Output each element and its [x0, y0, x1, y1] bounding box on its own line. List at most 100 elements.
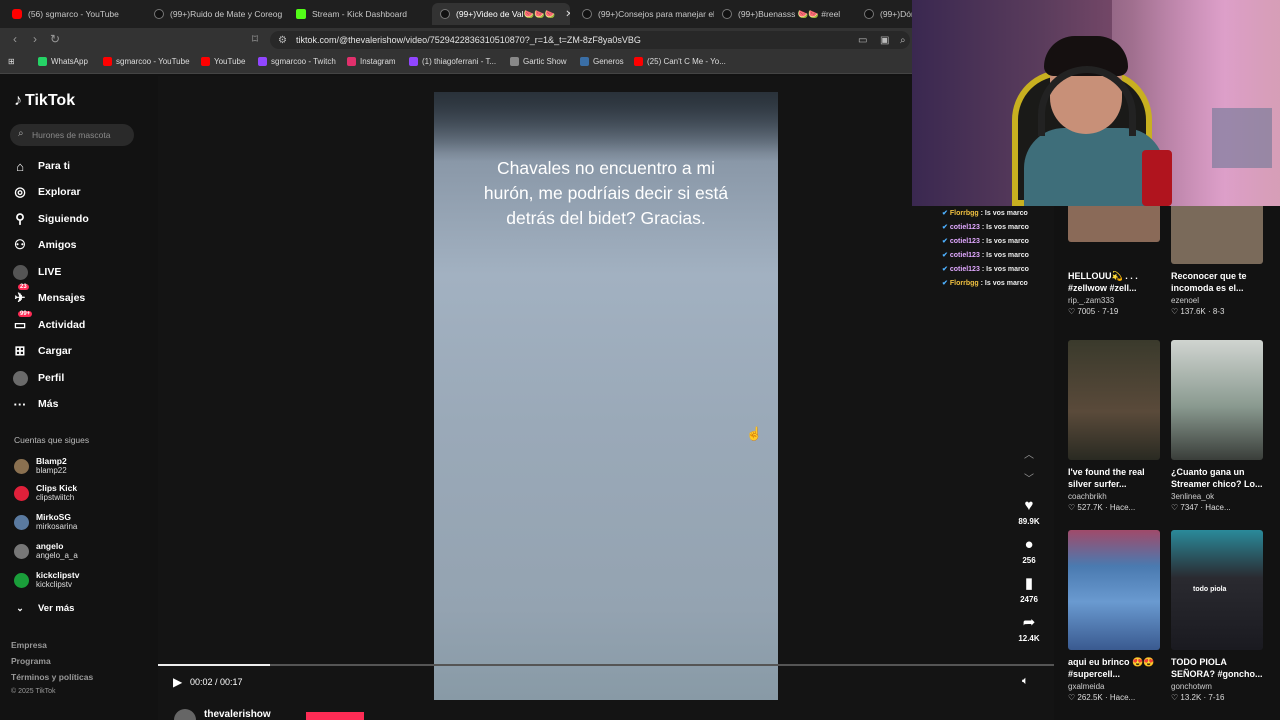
bookmark-generos[interactable]: Generos	[580, 57, 624, 66]
bookmark-twitch-2[interactable]: (1) thiagoferrani - T...	[409, 57, 496, 66]
back-icon[interactable]: ‹	[8, 32, 22, 46]
progress-fill	[158, 664, 270, 666]
video-thumbnail	[1171, 202, 1263, 264]
reload-icon[interactable]: ↻	[48, 32, 62, 46]
related-card[interactable]: todo piola TODO PIOLA SEÑORA? #goncho...…	[1171, 530, 1263, 702]
tab-tiktok-active[interactable]: (99+)Video de Val🍉🍉🍉 ✕	[432, 3, 570, 25]
progress-track[interactable]	[158, 664, 1054, 666]
related-videos: HELLOUU💫 . . . #zellwow #zell... rip._.z…	[1054, 202, 1280, 720]
ellipsis-icon: ···	[13, 396, 27, 412]
author-avatar[interactable]	[174, 709, 196, 720]
cast-icon[interactable]: ▭	[858, 35, 867, 46]
chat-message: ✔ cotiel123: Is vos marco	[942, 237, 1029, 246]
related-card[interactable]: ¿Cuanto gana un Streamer chico? Lo... 3e…	[1171, 340, 1263, 512]
bookmark-twitch[interactable]: sgmarcoo - Twitch	[258, 57, 336, 66]
webcam-overlay	[912, 0, 1280, 206]
globe-icon	[580, 57, 589, 66]
nav-perfil[interactable]: Perfil	[12, 370, 64, 386]
tab-tiktok-4[interactable]: (99+)Buenasss 🍉🍉 #reel	[714, 3, 854, 25]
save-button[interactable]: ▮ 2476	[1016, 575, 1042, 605]
share-button[interactable]: ➦ 12.4K	[1016, 615, 1042, 644]
nav-siguiendo[interactable]: ⚲ Siguiendo	[12, 211, 89, 227]
chat-message: ✔ Florrbgg: Is vos marco	[942, 209, 1028, 218]
nav-actividad[interactable]: ▭ 99+ Actividad	[12, 311, 85, 333]
related-card[interactable]: aqui eu brinco 😍😍 #supercell... gxalmeid…	[1068, 530, 1160, 702]
related-card[interactable]: Reconocer que te incomoda es el... ezeno…	[1171, 202, 1263, 316]
nav-para-ti[interactable]: ⌂ Para ti	[12, 158, 70, 174]
author-name[interactable]: thevalerishow	[204, 709, 271, 720]
video-thumbnail: todo piola	[1171, 530, 1263, 650]
tab-tiktok-3[interactable]: (99+)Consejos para manejar el	[574, 3, 714, 25]
whatsapp-icon	[38, 57, 47, 66]
apps-icon[interactable]: ⊞	[8, 57, 15, 66]
following-item[interactable]: Clips Kick clipstwiitch	[14, 483, 77, 503]
bookmark-yt-channel[interactable]: sgmarcoo - YouTube	[103, 57, 190, 66]
tiktok-note-icon: ♪	[14, 92, 22, 109]
kick-icon	[296, 9, 306, 19]
youtube-icon	[103, 57, 112, 66]
nav-mas[interactable]: ··· Más	[12, 396, 59, 412]
bookmark-icon: ▮	[1024, 575, 1034, 592]
bookmark-instagram[interactable]: Instagram	[347, 57, 396, 66]
see-more-button[interactable]: ⌄ Ver más	[12, 600, 74, 616]
follow-button[interactable]	[306, 712, 364, 720]
footer-link[interactable]: Programa	[11, 656, 51, 666]
tiktok-icon	[440, 9, 450, 19]
tab-tiktok-5[interactable]: (99+)Dór	[856, 3, 916, 25]
microphone	[1142, 150, 1172, 206]
following-item[interactable]: kickclipstv kickclipstv	[14, 570, 79, 590]
bookmark-gartic[interactable]: Gartic Show	[510, 57, 567, 66]
tiktok-icon	[864, 9, 874, 19]
following-item[interactable]: Blamp2 blamp22	[14, 456, 67, 476]
tab-kick[interactable]: Stream - Kick Dashboard	[288, 3, 430, 25]
footer-link[interactable]: Términos y políticas	[11, 672, 93, 682]
zoom-icon[interactable]: ⌕	[900, 35, 906, 46]
nav-cargar[interactable]: ⊞ Cargar	[12, 343, 72, 359]
badge-icon: ✔	[942, 266, 948, 273]
nav-explorar[interactable]: ◎ Explorar	[12, 184, 80, 200]
video-thumbnail	[1068, 340, 1160, 460]
message-icon: ✈ 23	[14, 284, 29, 305]
following-item[interactable]: angelo angelo_a_a	[14, 541, 78, 561]
tab-youtube[interactable]: (56) sgmarco - YouTube	[4, 3, 146, 25]
twitch-icon	[258, 57, 267, 66]
nav-amigos[interactable]: ⚇ Amigos	[12, 237, 76, 253]
related-card[interactable]: I've found the real silver surfer... coa…	[1068, 340, 1160, 512]
comment-button[interactable]: ● 256	[1016, 537, 1042, 566]
nav-live[interactable]: LIVE	[12, 264, 61, 280]
search-input[interactable]: ⌕ Hurones de mascota	[10, 124, 134, 146]
video-frame-top	[434, 92, 778, 162]
avatar	[14, 458, 29, 474]
tab-tiktok-1[interactable]: (99+)Ruido de Mate y Coreog	[146, 3, 288, 25]
tiktok-icon	[582, 9, 592, 19]
copyright: © 2025 TikTok	[11, 688, 56, 695]
bookmark-youtube[interactable]: YouTube	[201, 57, 245, 66]
youtube-icon	[634, 57, 643, 66]
play-icon[interactable]: ▶	[173, 675, 182, 689]
following-item[interactable]: MirkoSG mirkosarina	[14, 512, 77, 532]
tiktok-icon	[154, 9, 164, 19]
volume-icon[interactable]: 🔈︎	[1022, 675, 1029, 688]
live-icon	[12, 264, 28, 280]
tiktok-logo[interactable]: ♪ TikTok	[14, 92, 75, 110]
previous-video-icon[interactable]: ︿	[1024, 446, 1034, 461]
nav-mensajes[interactable]: ✈ 23 Mensajes	[12, 284, 85, 306]
site-info-icon[interactable]: ⚙	[278, 35, 287, 46]
video-thumbnail	[1171, 340, 1263, 460]
like-button[interactable]: ♥ 89.9K	[1016, 498, 1042, 527]
install-icon[interactable]: ▣	[880, 35, 889, 46]
video-player[interactable]: Chavales no encuentro a mi hurón, me pod…	[434, 92, 778, 700]
bookmark-whatsapp[interactable]: WhatsApp	[38, 57, 88, 66]
url-input[interactable]: ⚙ tiktok.com/@thevalerishow/video/752942…	[270, 31, 910, 49]
bookmark-cant-c-me[interactable]: (25) Can't C Me - Yo...	[634, 57, 726, 66]
footer-link[interactable]: Empresa	[11, 640, 47, 650]
forward-icon[interactable]: ›	[28, 32, 42, 46]
youtube-icon	[12, 9, 22, 19]
badge-icon: ✔	[942, 224, 948, 231]
following-title: Cuentas que sigues	[14, 435, 90, 445]
close-tab-icon[interactable]: ✕	[565, 9, 570, 20]
next-video-icon[interactable]: ﹀	[1024, 470, 1034, 485]
bookmark-icon[interactable]: ⌑	[248, 32, 262, 46]
related-card[interactable]: HELLOUU💫 . . . #zellwow #zell... rip._.z…	[1068, 202, 1160, 316]
avatar	[14, 543, 29, 559]
